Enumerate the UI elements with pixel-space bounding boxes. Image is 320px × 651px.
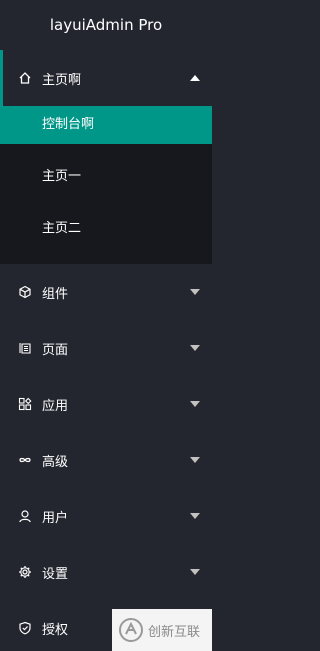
menu-item-user[interactable]: 用户	[0, 488, 212, 544]
logo-icon	[119, 618, 143, 642]
menu-item-label: 页面	[42, 342, 69, 358]
chevron-down-icon[interactable]	[190, 513, 200, 519]
chevron-down-icon[interactable]	[190, 289, 200, 295]
menu-item-settings[interactable]: 设置	[0, 544, 212, 600]
sidebar: layuiAdmin Pro 主页啊 控制台啊 主页一 主页二 组件 页面 应用	[0, 0, 212, 651]
menu-item-home[interactable]: 主页啊	[0, 50, 212, 106]
menu-item-pages[interactable]: 页面	[0, 320, 212, 376]
menu-item-label: 应用	[42, 398, 69, 414]
submenu-home: 控制台啊 主页一 主页二	[0, 106, 212, 264]
cube-icon	[18, 285, 32, 299]
page-icon	[18, 341, 32, 355]
home-icon	[18, 71, 32, 85]
chevron-down-icon[interactable]	[190, 457, 200, 463]
chevron-up-icon[interactable]	[190, 75, 200, 81]
shield-icon	[18, 621, 32, 635]
menu-item-advanced[interactable]: 高级	[0, 432, 212, 488]
menu-item-label: 授权	[42, 622, 69, 638]
apps-icon	[18, 397, 32, 411]
chevron-down-icon[interactable]	[190, 569, 200, 575]
infinity-icon	[18, 453, 32, 467]
submenu-item-console[interactable]: 控制台啊	[0, 106, 212, 144]
menu-item-label: 组件	[42, 286, 69, 302]
user-icon	[18, 509, 32, 523]
watermark-logo: 创新互联	[112, 609, 212, 651]
chevron-down-icon[interactable]	[190, 401, 200, 407]
chevron-down-icon[interactable]	[190, 345, 200, 351]
menu-item-label: 用户	[42, 510, 69, 526]
menu-item-label: 设置	[42, 566, 69, 582]
submenu-item-home1[interactable]: 主页一	[0, 158, 212, 196]
watermark-text: 创新互联	[148, 624, 201, 640]
menu-item-components[interactable]: 组件	[0, 264, 212, 320]
gear-icon	[18, 565, 32, 579]
app-title[interactable]: layuiAdmin Pro	[0, 0, 212, 50]
submenu-item-home2[interactable]: 主页二	[0, 210, 212, 248]
menu-item-label: 高级	[42, 454, 69, 470]
menu-item-apps[interactable]: 应用	[0, 376, 212, 432]
menu-item-label: 主页啊	[42, 72, 82, 88]
